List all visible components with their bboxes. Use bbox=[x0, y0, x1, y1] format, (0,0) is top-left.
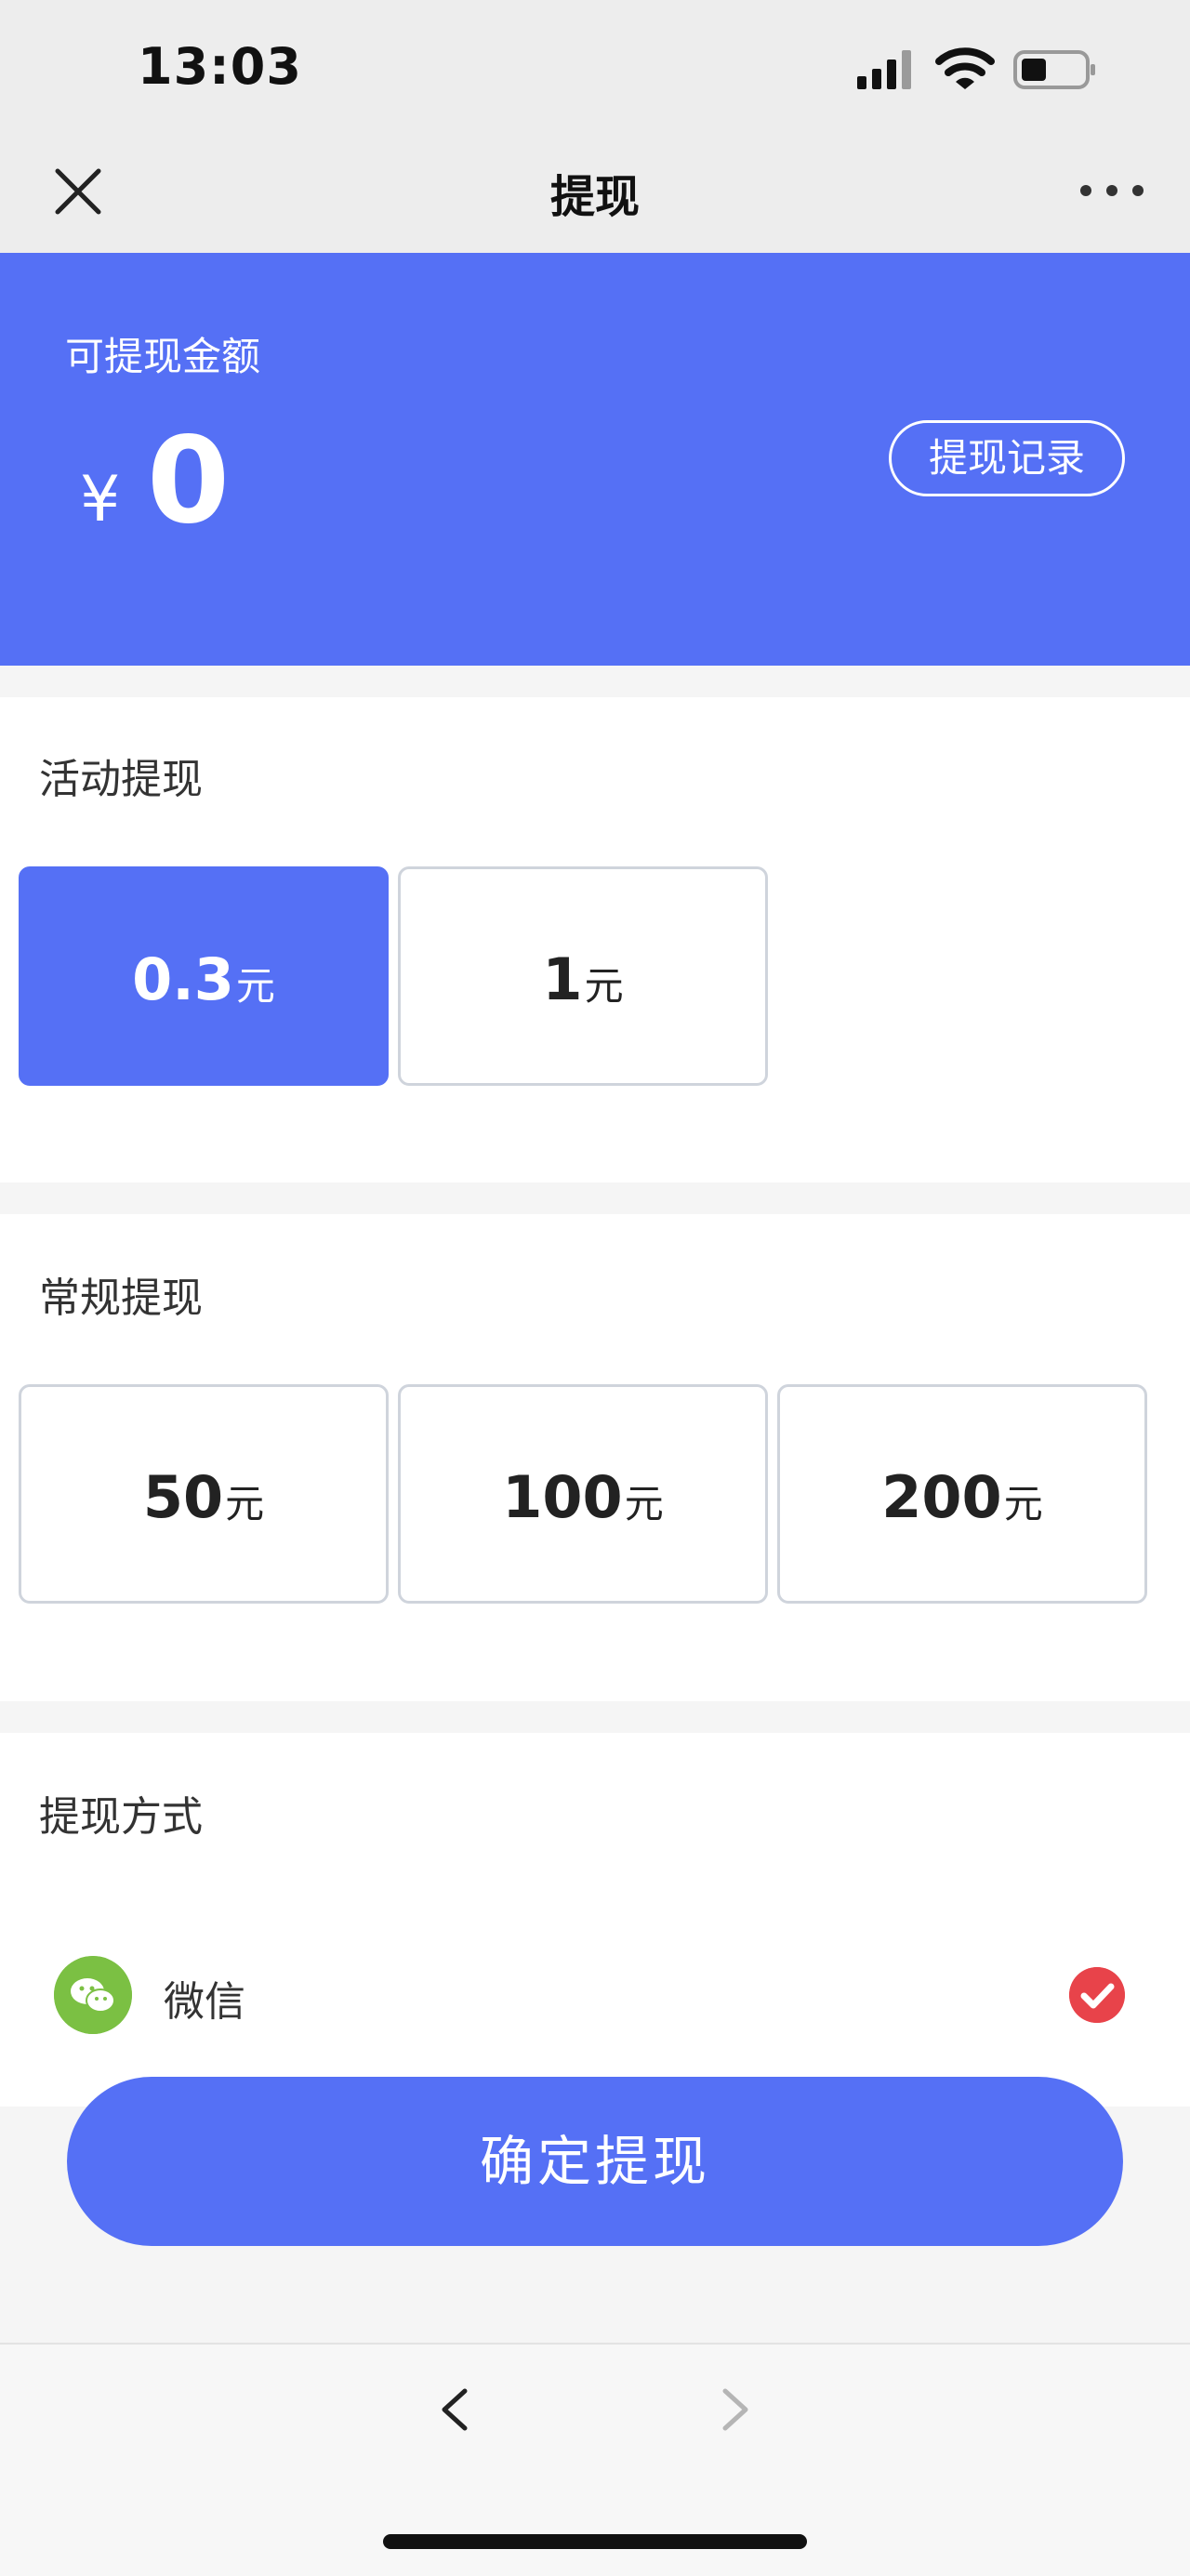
balance-amount: 0 bbox=[147, 412, 231, 550]
status-time: 13:03 bbox=[138, 37, 302, 96]
chevron-left-icon[interactable] bbox=[433, 2387, 478, 2432]
wechat-icon bbox=[54, 1956, 132, 2034]
option-unit: 元 bbox=[225, 1481, 265, 1526]
regular-title: 常规提现 bbox=[39, 1275, 203, 1322]
home-indicator bbox=[383, 2534, 807, 2549]
option-unit: 元 bbox=[584, 963, 624, 1009]
option-value: 0.3 bbox=[132, 945, 234, 1013]
confirm-withdraw-button[interactable]: 确定提现 bbox=[67, 2077, 1123, 2246]
option-value: 100 bbox=[502, 1463, 623, 1531]
option-unit: 元 bbox=[624, 1481, 664, 1526]
method-title: 提现方式 bbox=[39, 1793, 203, 1841]
regular-option[interactable]: 100 元 bbox=[398, 1384, 768, 1604]
option-value: 50 bbox=[142, 1463, 224, 1531]
wifi-icon bbox=[935, 47, 995, 89]
regular-option[interactable]: 50 元 bbox=[19, 1384, 389, 1604]
option-unit: 元 bbox=[235, 963, 275, 1009]
option-value: 1 bbox=[542, 945, 583, 1013]
balance-label: 可提现金额 bbox=[65, 334, 261, 379]
regular-option[interactable]: 200 元 bbox=[777, 1384, 1147, 1604]
activity-option[interactable]: 1元 bbox=[398, 866, 768, 1086]
chevron-right-icon[interactable] bbox=[712, 2387, 757, 2432]
currency-symbol: ¥ bbox=[80, 463, 121, 536]
page-title: 提现 bbox=[549, 171, 640, 223]
activity-title: 活动提现 bbox=[39, 756, 203, 803]
option-value: 200 bbox=[881, 1463, 1002, 1531]
withdraw-record-button[interactable]: 提现记录 bbox=[889, 420, 1125, 496]
more-icon[interactable] bbox=[1078, 177, 1145, 205]
battery-icon bbox=[1013, 50, 1095, 89]
option-unit: 元 bbox=[1003, 1481, 1043, 1526]
method-wechat-label[interactable]: 微信 bbox=[164, 1968, 245, 2028]
activity-option[interactable]: 0.3 元 bbox=[19, 866, 389, 1086]
checkmark-icon[interactable] bbox=[1069, 1967, 1125, 2023]
signal-icon bbox=[857, 50, 911, 89]
